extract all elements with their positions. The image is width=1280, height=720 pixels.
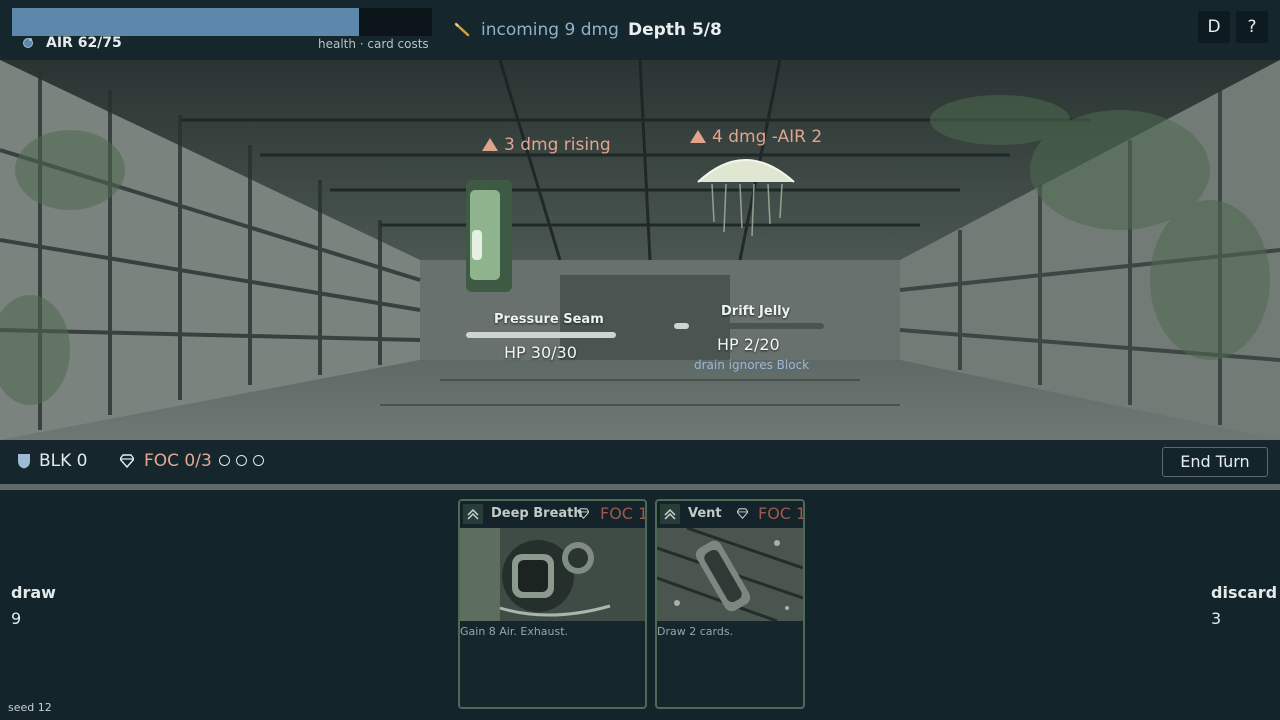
attack-intent-icon (482, 138, 498, 151)
air-label: AIR 62/75 (46, 35, 122, 51)
pressure-seam-sprite[interactable] (466, 180, 512, 292)
card-title: Deep Breath (491, 506, 583, 521)
enemy-hp-fill (466, 332, 616, 338)
run-seed: seed 12 (8, 701, 52, 714)
draw-pile-count: 9 (11, 609, 22, 628)
air-subtitle: health · card costs (318, 37, 429, 51)
gem-icon (120, 454, 134, 468)
enemy-intent: 3 dmg rising (482, 135, 611, 155)
card-cost: FOC 1 (758, 504, 805, 523)
card-type-icon (463, 504, 483, 524)
discard-pile-label[interactable]: discard (1211, 583, 1277, 602)
enemy-intent-text: 4 dmg -AIR 2 (712, 127, 823, 147)
enemy-name: Drift Jelly (721, 304, 791, 319)
sword-icon (454, 22, 470, 37)
focus-pip (219, 455, 230, 466)
card-type-icon (660, 504, 680, 524)
card-deep-breath[interactable]: Deep Breath FOC 1 Gain 8 Air. Exhaust. (458, 499, 647, 709)
vent-pipe-art (657, 528, 803, 621)
card-header: Vent FOC 1 (657, 501, 803, 527)
enemy-hp-text: HP 30/30 (504, 343, 577, 362)
card-description: Draw 2 cards. (657, 625, 734, 638)
enemy-note: drain ignores Block (694, 358, 810, 372)
attack-intent-icon (690, 130, 706, 143)
discard-pile-count: 3 (1211, 609, 1222, 628)
draw-pile-label[interactable]: draw (11, 583, 56, 602)
gem-icon (737, 508, 748, 519)
end-turn-button[interactable]: End Turn (1162, 447, 1268, 477)
incoming-damage: incoming 9 dmg (481, 20, 619, 40)
diving-helmet-art (460, 528, 645, 621)
flooded-corridor-background (0, 60, 1280, 440)
card-vent[interactable]: Vent FOC 1 Draw 2 cards. (655, 499, 805, 709)
air-bubble-icon (23, 38, 33, 48)
card-description: Gain 8 Air. Exhaust. (460, 625, 569, 638)
card-header: Deep Breath FOC 1 (460, 501, 645, 527)
focus-pip (236, 455, 247, 466)
enemy-hp-bar (674, 323, 824, 329)
focus-value: FOC 0/3 (144, 451, 212, 471)
scene-strip (0, 484, 1280, 490)
enemy-intent-text: 3 dmg rising (504, 135, 611, 155)
help-button[interactable]: ? (1236, 11, 1268, 43)
enemy-name: Pressure Seam (494, 312, 604, 327)
top-bar: AIR 62/75 health · card costs incoming 9… (0, 0, 1280, 60)
enemy-hp-bar (466, 332, 616, 338)
enemy-hp-fill (674, 323, 689, 329)
depth-indicator: Depth 5/8 (628, 20, 722, 40)
shield-icon (18, 454, 30, 469)
enemy-intent: 4 dmg -AIR 2 (690, 127, 822, 147)
enemy-hp-text: HP 2/20 (717, 335, 780, 354)
card-cost: FOC 1 (600, 504, 647, 523)
focus-pip (253, 455, 264, 466)
battle-scene: 3 dmg rising Pressure Seam HP 30/30 4 dm… (0, 60, 1280, 440)
card-title: Vent (688, 506, 722, 521)
air-bar-fill (12, 8, 360, 36)
air-bar (12, 8, 432, 36)
deck-button[interactable]: D (1198, 11, 1230, 43)
gem-icon (578, 508, 589, 519)
block-value: BLK 0 (39, 451, 88, 471)
